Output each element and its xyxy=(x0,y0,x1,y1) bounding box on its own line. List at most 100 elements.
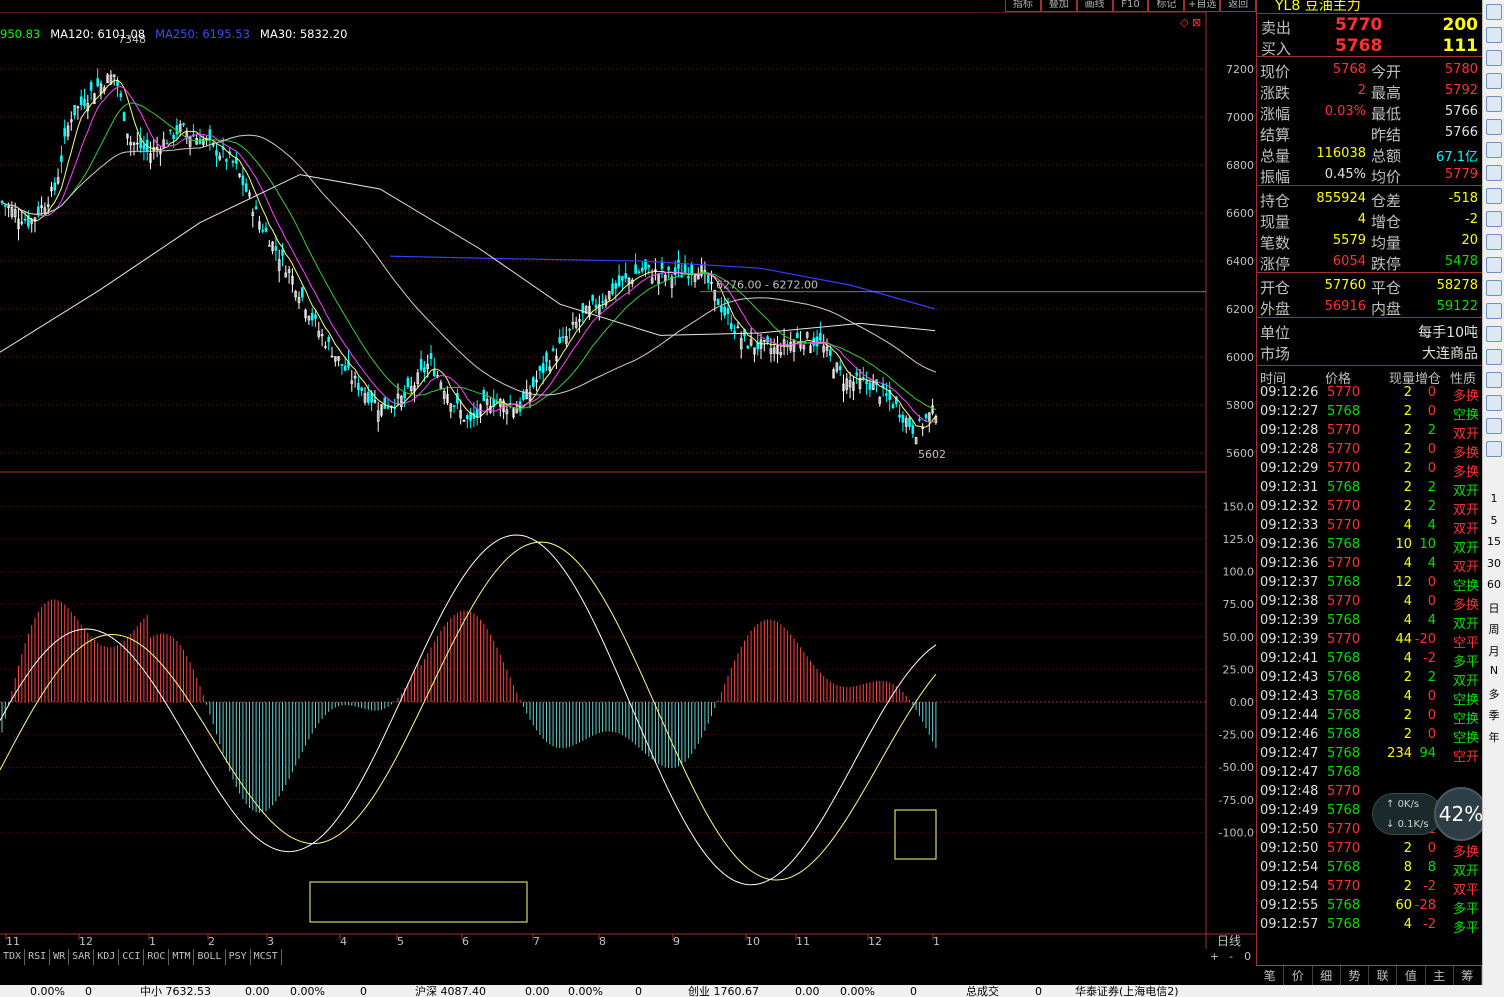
tick-row[interactable]: 09:12:36 5768 10 10 双开 xyxy=(1257,536,1482,556)
indicator-ctrl-0[interactable]: + xyxy=(1206,949,1223,965)
tick-row[interactable]: 09:12:29 5770 2 0 多换 xyxy=(1257,460,1482,480)
indicator-tab-tdx[interactable]: TDX xyxy=(0,949,26,965)
indicator-tab-roc[interactable]: ROC xyxy=(144,949,170,965)
tick-row[interactable]: 09:12:54 5770 2 -2 双平 xyxy=(1257,878,1482,898)
tick-list[interactable]: 09:12:26 5770 2 0 多换 09:12:27 5768 2 0 空换 09:12:28… xyxy=(1257,384,1482,936)
toolbar-btn-0[interactable]: 指标 xyxy=(1005,0,1041,12)
kline-chart[interactable]: 720070006800660064006200600058005600150.… xyxy=(0,12,1256,965)
side-tool-icon[interactable] xyxy=(1486,50,1502,66)
tick-row[interactable]: 09:12:28 5770 2 0 多换 xyxy=(1257,441,1482,461)
toolbar-btn-1[interactable]: 叠加 xyxy=(1040,0,1077,12)
tick-row[interactable]: 09:12:47 5768 xyxy=(1257,764,1482,783)
quote-tab-4[interactable]: 联 xyxy=(1369,966,1398,985)
ma-legend-item: 950.83 xyxy=(0,27,41,41)
side-tool-icon[interactable] xyxy=(1486,349,1502,365)
side-tool-icon[interactable] xyxy=(1486,372,1502,388)
side-period-4[interactable]: 60 xyxy=(1483,578,1504,591)
side-tool-icon[interactable] xyxy=(1486,27,1502,43)
side-tool-icon[interactable] xyxy=(1486,418,1502,434)
tick-row[interactable]: 09:12:41 5768 4 -2 多平 xyxy=(1257,650,1482,670)
sell-row[interactable]: 卖出 5770 200 xyxy=(1257,14,1482,37)
side-tool-icon[interactable] xyxy=(1486,395,1502,411)
indicator-ctrl-2[interactable]: 0 xyxy=(1239,949,1256,965)
side-period-6[interactable]: 周 xyxy=(1483,621,1504,637)
indicator-tab-sar[interactable]: SAR xyxy=(69,949,95,965)
side-tool-icon[interactable] xyxy=(1486,4,1502,20)
side-tool-icon[interactable] xyxy=(1486,165,1502,181)
quote-tab-3[interactable]: 势 xyxy=(1341,966,1369,985)
side-period-1[interactable]: 5 xyxy=(1483,514,1504,527)
tick-row[interactable]: 09:12:47 5768 234 94 空开 xyxy=(1257,745,1482,765)
tick-oi-change: -2 xyxy=(1423,917,1436,932)
side-period-7[interactable]: 月 xyxy=(1483,643,1504,659)
side-period-2[interactable]: 15 xyxy=(1483,535,1504,548)
side-tool-icon[interactable] xyxy=(1486,188,1502,204)
toolbar-btn-6[interactable]: 返回 xyxy=(1220,0,1257,12)
tick-row[interactable]: 09:12:36 5770 4 4 双开 xyxy=(1257,555,1482,575)
quote-tab-0[interactable]: 笔 xyxy=(1256,966,1285,985)
tick-row[interactable]: 09:12:38 5770 4 0 多换 xyxy=(1257,593,1482,613)
side-toolbar: 1 5 15 30 60 日周月 N 多季年 xyxy=(1482,0,1504,985)
quote-tab-5[interactable]: 值 xyxy=(1397,966,1426,985)
tick-row[interactable]: 09:12:39 5768 4 4 双开 xyxy=(1257,612,1482,632)
side-period-0[interactable]: 1 xyxy=(1483,492,1504,505)
toolbar-btn-3[interactable]: F10 xyxy=(1112,0,1149,12)
tick-row[interactable]: 09:12:33 5770 4 4 双开 xyxy=(1257,517,1482,537)
side-tool-icon[interactable] xyxy=(1486,257,1502,273)
tick-row[interactable]: 09:12:26 5770 2 0 多换 xyxy=(1257,384,1482,404)
side-tool-icon[interactable] xyxy=(1486,119,1502,135)
side-period-3[interactable]: 30 xyxy=(1483,557,1504,570)
tick-row[interactable]: 09:12:54 5768 8 8 双开 xyxy=(1257,859,1482,879)
side-period-5[interactable]: 日 xyxy=(1483,600,1504,616)
indicator-tab-mcst[interactable]: MCST xyxy=(251,949,282,965)
side-period-9[interactable]: 多 xyxy=(1483,686,1504,702)
quote-tab-6[interactable]: 主 xyxy=(1426,966,1454,985)
quote-tab-1[interactable]: 价 xyxy=(1284,966,1313,985)
indicator-ctrl-1[interactable]: - xyxy=(1223,949,1240,965)
side-tool-icon[interactable] xyxy=(1486,234,1502,250)
tick-row[interactable]: 09:12:43 5768 2 2 双开 xyxy=(1257,669,1482,689)
tick-row[interactable]: 09:12:55 5768 60 -28 多平 xyxy=(1257,897,1482,917)
indicator-tab-boll[interactable]: BOLL xyxy=(194,949,226,965)
tick-row[interactable]: 09:12:31 5768 2 2 双开 xyxy=(1257,479,1482,499)
tick-oi-change: 0 xyxy=(1427,575,1436,590)
tick-row[interactable]: 09:12:28 5770 2 2 双开 xyxy=(1257,422,1482,442)
indicator-tab-wr[interactable]: WR xyxy=(50,949,70,965)
quote-tab-7[interactable]: 筹 xyxy=(1454,966,1482,985)
toolbar-btn-2[interactable]: 画线 xyxy=(1076,0,1113,12)
indicator-tab-psy[interactable]: PSY xyxy=(226,949,251,965)
tick-price: 5768 xyxy=(1327,727,1361,742)
tick-row[interactable]: 09:12:43 5768 4 0 空换 xyxy=(1257,688,1482,708)
buy-row[interactable]: 买入 5768 111 xyxy=(1257,35,1482,58)
side-period-10[interactable]: 季 xyxy=(1483,707,1504,723)
tick-row[interactable]: 09:12:37 5768 12 0 空换 xyxy=(1257,574,1482,594)
indicator-tab-cci[interactable]: CCI xyxy=(119,949,145,965)
tick-row[interactable]: 09:12:50 5770 2 0 多换 xyxy=(1257,840,1482,860)
side-tool-icon[interactable] xyxy=(1486,303,1502,319)
tick-row[interactable]: 09:12:27 5768 2 0 空换 xyxy=(1257,403,1482,423)
chart-area[interactable]: 7200 7000 6800 6600 6400 6200 6000 5800 5600 150.… xyxy=(0,12,1256,965)
side-period-8[interactable]: N xyxy=(1483,664,1504,677)
indicator-tab-kdj[interactable]: KDJ xyxy=(94,949,120,965)
ma-line xyxy=(1,102,937,411)
side-tool-icon[interactable] xyxy=(1486,211,1502,227)
network-speed-badge[interactable]: ↑ 0K/s ↓ 0.1K/s 42% xyxy=(1372,787,1488,841)
indicator-tab-mtm[interactable]: MTM xyxy=(169,949,195,965)
quote-tab-2[interactable]: 细 xyxy=(1313,966,1341,985)
tick-row[interactable]: 09:12:32 5770 2 2 双开 xyxy=(1257,498,1482,518)
macd-tick: 150.0 xyxy=(1223,500,1255,513)
side-tool-icon[interactable] xyxy=(1486,73,1502,89)
side-period-11[interactable]: 年 xyxy=(1483,729,1504,745)
tick-row[interactable]: 09:12:44 5768 2 0 空换 xyxy=(1257,707,1482,727)
toolbar-btn-5[interactable]: +自选 xyxy=(1184,0,1221,12)
side-tool-icon[interactable] xyxy=(1486,142,1502,158)
side-tool-icon[interactable] xyxy=(1486,96,1502,112)
side-tool-icon[interactable] xyxy=(1486,280,1502,296)
tick-row[interactable]: 09:12:46 5768 2 0 空换 xyxy=(1257,726,1482,746)
side-tool-icon[interactable] xyxy=(1486,441,1502,457)
indicator-tab-rsi[interactable]: RSI xyxy=(25,949,51,965)
toolbar-btn-4[interactable]: 标记 xyxy=(1148,0,1185,12)
tick-row[interactable]: 09:12:39 5770 44 -20 空平 xyxy=(1257,631,1482,651)
tick-row[interactable]: 09:12:57 5768 4 -2 多平 xyxy=(1257,916,1482,936)
side-tool-icon[interactable] xyxy=(1486,326,1502,342)
